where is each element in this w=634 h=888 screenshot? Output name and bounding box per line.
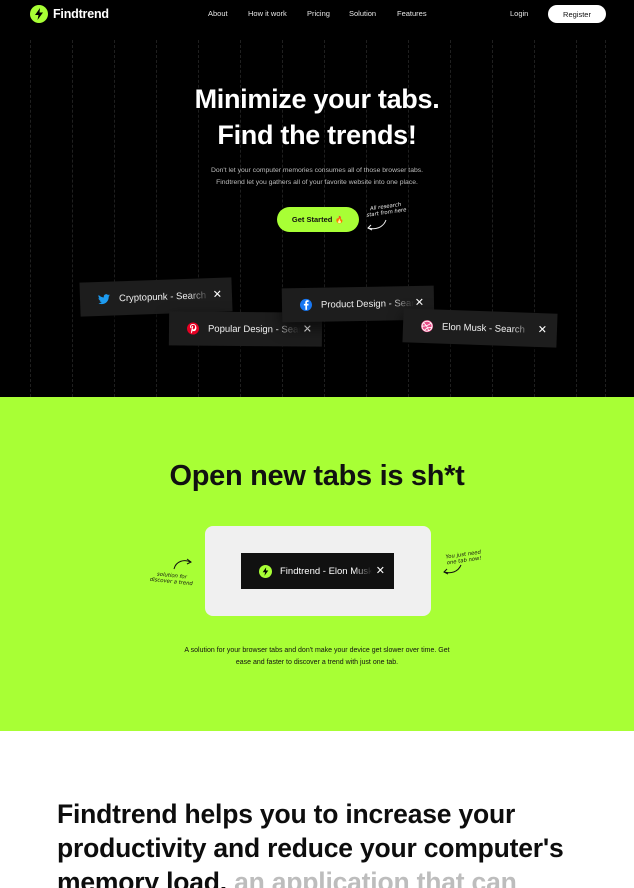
get-started-label: Get Started	[291, 215, 333, 224]
one-tab-section: Open new tabs is sh*t Findtrend - Elon M…	[0, 397, 634, 731]
curved-arrow-icon	[367, 219, 387, 231]
close-icon[interactable]: ✕	[376, 564, 385, 577]
nav-link-pricing[interactable]: Pricing	[307, 9, 330, 18]
login-link[interactable]: Login	[510, 9, 528, 18]
section-title: Open new tabs is sh*t	[169, 460, 465, 492]
register-button[interactable]: Register	[548, 5, 606, 23]
nav-link-features[interactable]: Features	[397, 9, 427, 18]
lightning-bolt-icon	[259, 564, 272, 578]
lightning-bolt-icon	[30, 5, 48, 23]
dribbble-icon	[420, 319, 434, 333]
pinterest-icon	[186, 322, 200, 335]
brand-name: Findtrend	[53, 7, 109, 21]
top-navbar: Findtrend About How it work Pricing Solu…	[0, 0, 634, 30]
curved-arrow-icon	[443, 564, 462, 575]
description-line: ease and faster to discover a trend with…	[235, 659, 399, 666]
headline-faded-text: an application that can	[234, 867, 517, 888]
hero-title-line-1: Minimize your tabs.	[194, 84, 440, 114]
curved-arrow-icon	[173, 558, 192, 570]
close-icon[interactable]: ✕	[538, 323, 548, 336]
description-line: A solution for your browser tabs and don…	[184, 647, 450, 654]
handwritten-note: solution for discover a trend	[149, 571, 193, 587]
browser-tab-card[interactable]: Elon Musk - Search ✕	[402, 308, 558, 348]
handwritten-note: All research start from here	[365, 201, 407, 219]
hero-section: Findtrend About How it work Pricing Solu…	[0, 0, 634, 397]
hero-title-line-2: Find the trends!	[217, 120, 417, 150]
get-started-button[interactable]: Get Started 🔥	[277, 207, 359, 232]
nav-link-how-it-work[interactable]: How it work	[248, 9, 287, 18]
section-description: A solution for your browser tabs and don…	[160, 645, 474, 669]
findtrend-tab[interactable]: Findtrend - Elon Musk ✕	[241, 553, 394, 589]
hero-subtitle-line-2: Findtrend let you gathers all of your fa…	[216, 179, 418, 186]
tab-title: Findtrend - Elon Musk	[280, 565, 372, 577]
tab-title: Elon Musk - Search	[441, 321, 526, 336]
productivity-headline: Findtrend helps you to increase your pro…	[57, 797, 617, 888]
fire-icon: 🔥	[335, 216, 345, 224]
tab-title: Product Design - Search	[320, 297, 415, 311]
close-icon[interactable]: ✕	[415, 296, 424, 309]
tab-title: Popular Design - Search	[207, 323, 301, 335]
hero-subtitle-line-1: Don't let your computer memories consume…	[210, 167, 424, 174]
close-icon[interactable]: ✕	[303, 323, 312, 336]
nav-link-about[interactable]: About	[208, 9, 228, 18]
twitter-icon	[98, 293, 110, 305]
close-icon[interactable]: ✕	[213, 288, 223, 301]
nav-link-solution[interactable]: Solution	[349, 9, 376, 18]
brand-logo[interactable]: Findtrend	[30, 5, 109, 23]
facebook-icon	[299, 298, 313, 312]
tab-title: Cryptopunk - Search	[118, 289, 207, 304]
productivity-section: Findtrend helps you to increase your pro…	[0, 731, 634, 888]
